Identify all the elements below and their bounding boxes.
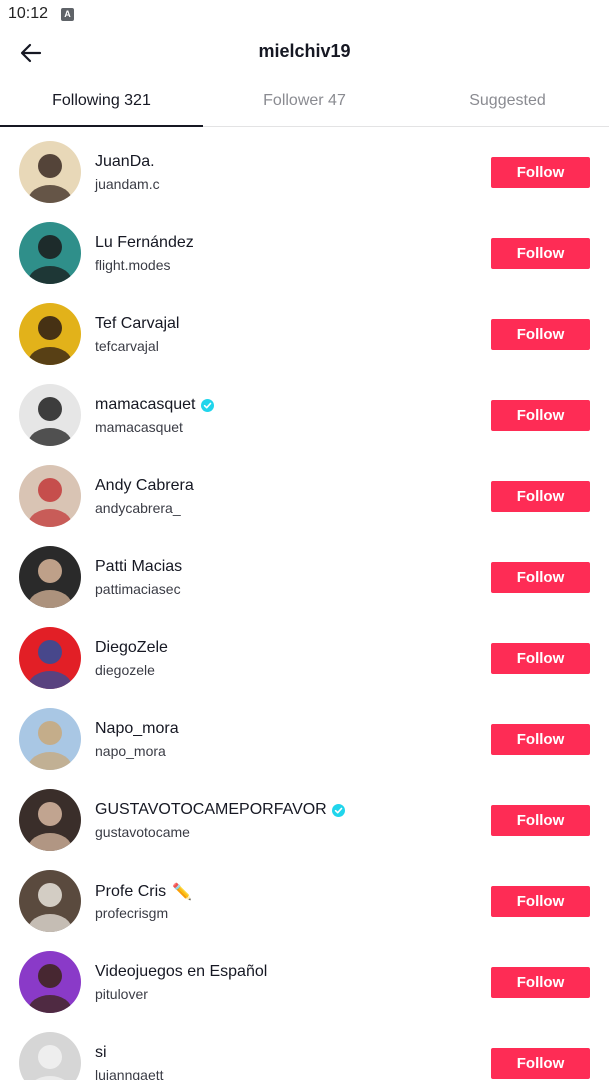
user-display-name: Patti Macias bbox=[95, 558, 182, 576]
user-display-name: si bbox=[95, 1044, 107, 1062]
user-name-text: Tef Carvajal bbox=[95, 315, 180, 332]
user-display-name: GUSTAVOTOCAMEPORFAVOR bbox=[95, 801, 345, 819]
follow-button[interactable]: Follow bbox=[491, 400, 590, 431]
avatar[interactable] bbox=[19, 789, 81, 851]
user-display-name: Napo_mora bbox=[95, 720, 179, 738]
user-name-text: Profe Cris bbox=[95, 883, 167, 900]
follow-button[interactable]: Follow bbox=[491, 724, 590, 755]
avatar[interactable] bbox=[19, 465, 81, 527]
user-name-text: Videojuegos en Español bbox=[95, 963, 268, 980]
user-display-name: Lu Fernández bbox=[95, 234, 194, 252]
a-icon: A bbox=[61, 8, 74, 21]
user-display-name: Andy Cabrera bbox=[95, 477, 194, 495]
status-bar: 10:12 A bbox=[0, 0, 609, 28]
page-title: mielchiv19 bbox=[258, 41, 351, 61]
follow-button[interactable]: Follow bbox=[491, 967, 590, 998]
user-list-item[interactable]: DiegoZele diegozele Follow bbox=[0, 618, 609, 699]
user-display-name: JuanDa. bbox=[95, 153, 155, 171]
user-handle: gustavotocame bbox=[95, 824, 190, 840]
avatar[interactable] bbox=[19, 627, 81, 689]
user-list-item[interactable]: Lu Fernández flight.modes Follow bbox=[0, 213, 609, 294]
follow-button[interactable]: Follow bbox=[491, 319, 590, 350]
user-handle: napo_mora bbox=[95, 743, 166, 759]
user-name-text: JuanDa. bbox=[95, 153, 155, 170]
tab-bar: Following 321 Follower 47 Suggested bbox=[0, 76, 609, 127]
user-display-name: Tef Carvajal bbox=[95, 315, 179, 333]
user-display-name: DiegoZele bbox=[95, 639, 168, 657]
verified-badge-icon bbox=[331, 803, 345, 817]
screen: 10:12 A mielchiv19 Following 321 Follower… bbox=[0, 0, 609, 1080]
avatar[interactable] bbox=[19, 546, 81, 608]
user-list-item[interactable]: JuanDa. juandam.c Follow bbox=[0, 132, 609, 213]
user-list-item[interactable]: Tef Carvajal tefcarvajal Follow bbox=[0, 294, 609, 375]
avatar[interactable] bbox=[19, 951, 81, 1013]
user-name-text: si bbox=[95, 1044, 107, 1061]
user-handle: pattimaciasec bbox=[95, 581, 181, 597]
user-list-item[interactable]: Videojuegos en Español pitulover Follow bbox=[0, 942, 609, 1023]
avatar[interactable] bbox=[19, 1032, 81, 1080]
user-list-item[interactable]: si lujanngaett Follow bbox=[0, 1023, 609, 1080]
follow-button[interactable]: Follow bbox=[491, 157, 590, 188]
user-display-name: Videojuegos en Español bbox=[95, 963, 267, 981]
header: mielchiv19 bbox=[0, 28, 609, 76]
user-name-text: DiegoZele bbox=[95, 639, 168, 656]
follow-button[interactable]: Follow bbox=[491, 238, 590, 269]
user-handle: andycabrera_ bbox=[95, 500, 181, 516]
follow-button[interactable]: Follow bbox=[491, 643, 590, 674]
user-list-item[interactable]: Andy Cabrera andycabrera_ Follow bbox=[0, 456, 609, 537]
avatar[interactable] bbox=[19, 870, 81, 932]
user-handle: tefcarvajal bbox=[95, 338, 159, 354]
tab-follower[interactable]: Follower 47 bbox=[203, 76, 406, 126]
user-list: JuanDa. juandam.c Follow Lu Fernández flight… bbox=[0, 132, 609, 1080]
avatar[interactable] bbox=[19, 141, 81, 203]
user-name-text: Patti Macias bbox=[95, 558, 183, 575]
user-handle: lujanngaett bbox=[95, 1067, 164, 1080]
user-handle: mamacasquet bbox=[95, 419, 183, 435]
user-handle: pitulover bbox=[95, 986, 148, 1002]
verified-badge-icon bbox=[200, 398, 214, 412]
user-list-item[interactable]: Napo_mora napo_mora Follow bbox=[0, 699, 609, 780]
status-time: 10:12 bbox=[8, 5, 49, 22]
follow-button[interactable]: Follow bbox=[491, 481, 590, 512]
user-list-item[interactable]: mamacasquet mamacasquet Follow bbox=[0, 375, 609, 456]
user-name-text: Lu Fernández bbox=[95, 234, 194, 251]
avatar[interactable] bbox=[19, 708, 81, 770]
user-handle: juandam.c bbox=[95, 176, 160, 192]
user-list-item[interactable]: GUSTAVOTOCAMEPORFAVOR gustavotocame Follow bbox=[0, 780, 609, 861]
user-display-name: Profe Cris ✏️ bbox=[95, 882, 192, 902]
user-name-text: Andy Cabrera bbox=[95, 477, 194, 494]
tab-suggested[interactable]: Suggested bbox=[406, 76, 609, 126]
follow-button[interactable]: Follow bbox=[491, 1048, 590, 1079]
follow-button[interactable]: Follow bbox=[491, 805, 590, 836]
pencil-icon: ✏️ bbox=[172, 884, 193, 901]
user-name-text: mamacasquet bbox=[95, 396, 196, 413]
user-display-name: mamacasquet bbox=[95, 396, 214, 414]
user-list-item[interactable]: Patti Macias pattimaciasec Follow bbox=[0, 537, 609, 618]
user-name-text: Napo_mora bbox=[95, 720, 179, 737]
tab-following[interactable]: Following 321 bbox=[0, 76, 203, 127]
avatar[interactable] bbox=[19, 384, 81, 446]
follow-button[interactable]: Follow bbox=[491, 886, 590, 917]
avatar[interactable] bbox=[19, 222, 81, 284]
follow-button[interactable]: Follow bbox=[491, 562, 590, 593]
user-handle: diegozele bbox=[95, 662, 155, 678]
user-list-item[interactable]: Profe Cris ✏️ profecrisgm Follow bbox=[0, 861, 609, 942]
user-handle: flight.modes bbox=[95, 257, 171, 273]
user-name-text: GUSTAVOTOCAMEPORFAVOR bbox=[95, 801, 327, 818]
user-handle: profecrisgm bbox=[95, 905, 169, 921]
avatar[interactable] bbox=[19, 303, 81, 365]
